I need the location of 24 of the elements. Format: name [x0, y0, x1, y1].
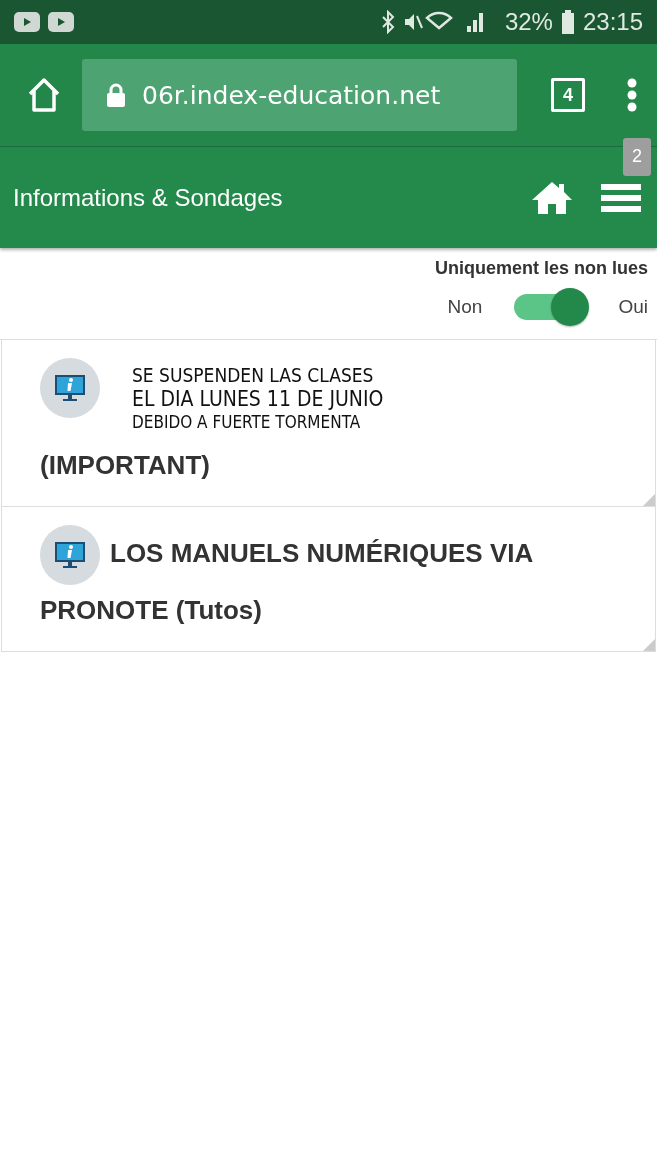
home-icon[interactable]	[26, 77, 62, 113]
on-label: Oui	[618, 296, 648, 318]
page-title: Informations & Sondages	[13, 183, 284, 212]
home-icon[interactable]	[531, 179, 573, 216]
corner-fold-icon	[643, 639, 655, 652]
notice-line: EL DIA LUNES 11 DE JUNIO	[132, 386, 384, 412]
battery-icon	[560, 10, 575, 34]
lock-icon	[106, 83, 126, 107]
corner-fold-icon	[643, 494, 655, 507]
battery-level: 32%	[504, 8, 553, 36]
monitor-info-icon	[54, 374, 86, 402]
item-title: (IMPORTANT)	[40, 449, 211, 483]
notification-count: 2	[623, 137, 651, 176]
more-options-icon[interactable]	[627, 78, 637, 112]
off-label: Non	[447, 296, 483, 318]
notice-line: SE SUSPENDEN LAS CLASES	[132, 364, 375, 387]
item-title: LOS MANUELS NUMÉRIQUES VIA PRONOTE (Tutos)	[40, 525, 635, 636]
monitor-info-icon	[54, 541, 86, 570]
notice-line: DEBIDO A FUERTE TORMENTA	[132, 412, 362, 433]
info-card[interactable]: SE SUSPENDEN LAS CLASES EL DIA LUNES 11 DE JUNIO DEBIDO A FUERTE TORMENTA (IMPORTANT)	[1, 340, 656, 508]
filter-label: Uniquement les non lues	[434, 258, 648, 279]
clock: 23:15	[582, 8, 643, 36]
tab-count-button[interactable]: 4	[551, 78, 585, 112]
info-card[interactable]: LOS MANUELS NUMÉRIQUES VIA PRONOTE (Tutos)	[1, 507, 656, 653]
